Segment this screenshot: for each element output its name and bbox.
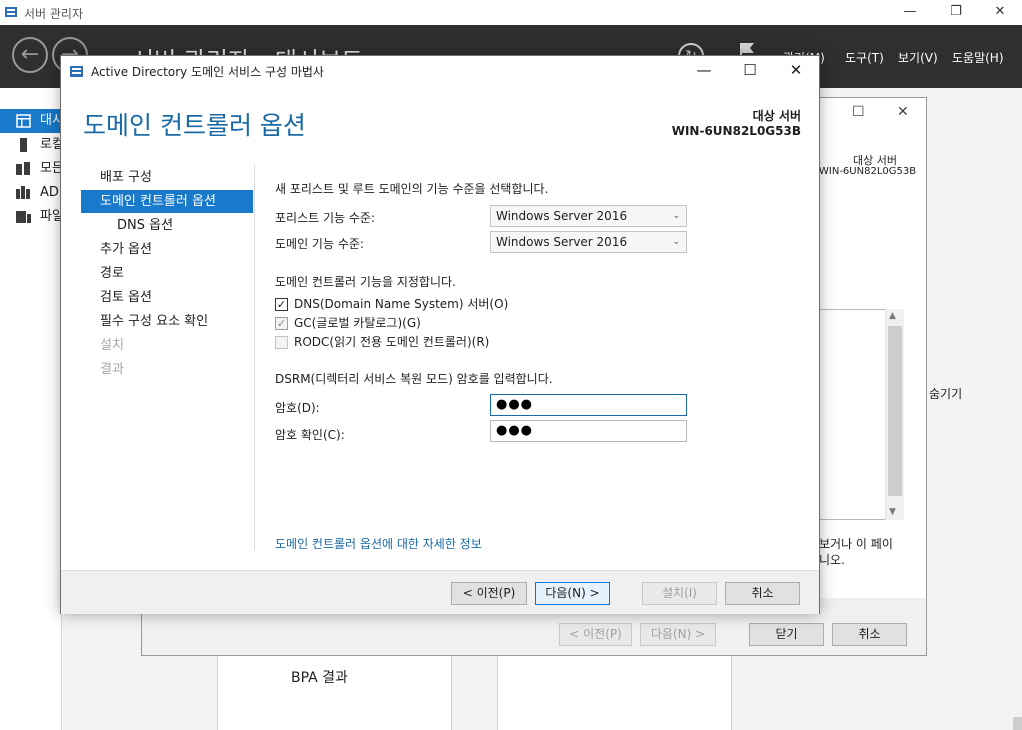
dialog-footer: < 이전(P) 다음(N) > 설치(I) 취소 [61, 570, 819, 614]
close-button[interactable]: ✕ [977, 2, 1022, 24]
background-more-text-2: 니오. [819, 553, 845, 567]
sidebar-item-label: 대시보드 [40, 113, 62, 128]
forest-level-label: 포리스트 기능 수준: [275, 211, 375, 225]
menu-help[interactable]: 도움말(H) [952, 49, 1004, 66]
target-server-name: WIN-6UN82L0G53B [671, 124, 801, 138]
password-label: 암호(D): [275, 401, 320, 415]
capabilities-intro: 도메인 컨트롤러 기능을 지정합니다. [275, 275, 456, 289]
scrollbar-thumb[interactable] [1013, 717, 1022, 730]
file-storage-icon [16, 211, 31, 223]
back-arrow-icon[interactable]: ← [12, 37, 48, 73]
dialog-close-button[interactable]: ✕ [773, 56, 819, 86]
target-server-label: 대상 서버 [752, 109, 801, 123]
server-icon [20, 138, 27, 152]
dns-server-label: DNS(Domain Name System) 서버(O) [294, 297, 509, 311]
step-paths[interactable]: 경로 [81, 262, 253, 285]
step-prerequisites-check[interactable]: 필수 구성 요소 확인 [81, 310, 253, 333]
dashboard-icon [16, 114, 31, 128]
forest-level-select[interactable]: Windows Server 2016 ⌄ [490, 205, 687, 227]
step-results: 결과 [100, 362, 124, 377]
chevron-down-icon: ⌄ [672, 211, 680, 221]
ad-ds-config-wizard: Active Directory 도메인 서비스 구성 마법사 — ☐ ✕ 도메… [60, 55, 820, 614]
step-deployment-config[interactable]: 배포 구성 [81, 166, 253, 189]
functional-level-intro: 새 포리스트 및 루트 도메인의 기능 수준을 선택합니다. [275, 182, 549, 196]
domain-level-select[interactable]: Windows Server 2016 ⌄ [490, 231, 687, 253]
steps-divider [254, 164, 255, 550]
sidebar-item-ad-ds[interactable]: AD DS [0, 181, 62, 205]
sidebar-item-label: 로컬 서버 [40, 137, 62, 152]
sidebar-item-dashboard[interactable]: 대시보드 [0, 109, 62, 133]
wizard-app-icon [70, 66, 83, 77]
dc-options-content: 새 포리스트 및 루트 도메인의 기능 수준을 선택합니다. 포리스트 기능 수… [275, 176, 715, 556]
menu-view[interactable]: 보기(V) [898, 49, 938, 66]
server-manager-icon [5, 7, 17, 17]
step-additional-options[interactable]: 추가 옵션 [81, 238, 253, 261]
dsrm-confirm-password-field[interactable]: ●●● [490, 420, 687, 442]
background-cancel-button[interactable]: 취소 [832, 623, 907, 646]
step-dns-options[interactable]: DNS 옵션 [81, 214, 253, 237]
chevron-down-icon: ⌄ [672, 237, 680, 247]
more-info-link[interactable]: 도메인 컨트롤러 옵션에 대한 자세한 정보 [275, 535, 482, 552]
background-wizard-close-button[interactable]: ✕ [897, 104, 909, 120]
maximize-button[interactable]: ❐ [933, 2, 979, 24]
dialog-titlebar: Active Directory 도메인 서비스 구성 마법사 — ☐ ✕ [61, 56, 819, 86]
domain-level-label: 도메인 기능 수준: [275, 237, 364, 251]
sidebar-item-file-storage[interactable]: 파일 및 저장소 서비스 [0, 205, 62, 229]
install-button: 설치(I) [642, 582, 717, 605]
bpa-results-label[interactable]: BPA 결과 [291, 667, 348, 687]
server-manager-titlebar: 서버 관리자 — ❐ ✕ [0, 0, 1022, 25]
server-manager-title: 서버 관리자 [24, 7, 84, 21]
dialog-title: Active Directory 도메인 서비스 구성 마법사 [91, 65, 324, 79]
rodc-label: RODC(읽기 전용 도메인 컨트롤러)(R) [294, 335, 490, 349]
scroll-down-icon[interactable]: ▼ [889, 507, 896, 517]
servers-icon [16, 162, 30, 175]
forest-level-value: Windows Server 2016 [496, 209, 628, 223]
unchecked-box-icon [275, 336, 288, 349]
step-review-options[interactable]: 검토 옵션 [81, 286, 253, 309]
sidebar-item-label: 파일 및 저장소 서비스 [40, 209, 62, 224]
step-dc-options[interactable]: 도메인 컨트롤러 옵션 [81, 190, 253, 213]
background-scroll-thumb[interactable] [888, 326, 902, 496]
global-catalog-label: GC(글로벌 카탈로그)(G) [294, 316, 421, 330]
minimize-button[interactable]: — [887, 2, 933, 24]
sidebar-item-label: 모든 서버 [40, 161, 62, 176]
background-target-server-name: WIN-6UN82L0G53B [819, 166, 917, 177]
menu-tools[interactable]: 도구(T) [845, 49, 884, 66]
scroll-up-icon[interactable]: ▲ [889, 311, 896, 321]
dsrm-intro: DSRM(디렉터리 서비스 복원 모드) 암호를 입력합니다. [275, 372, 553, 386]
domain-level-value: Windows Server 2016 [496, 235, 628, 249]
check-icon: ✓ [275, 298, 288, 311]
background-close-button[interactable]: 닫기 [749, 623, 824, 646]
sidebar-item-all-servers[interactable]: 모든 서버 [0, 157, 62, 181]
sidebar-item-label: AD DS [40, 185, 62, 200]
background-wizard-maximize-button[interactable]: ☐ [852, 104, 865, 120]
background-more-text-1: 보거나 이 페이 [819, 537, 893, 551]
background-next-button[interactable]: 다음(N) > [640, 623, 716, 646]
page-title: 도메인 컨트롤러 옵션 [83, 111, 306, 140]
cancel-button[interactable]: 취소 [725, 582, 800, 605]
prev-button[interactable]: < 이전(P) [451, 582, 527, 605]
ad-ds-icon [16, 186, 30, 199]
check-icon: ✓ [275, 317, 288, 330]
server-manager-sidebar: 대시보드 로컬 서버 모든 서버 AD DS 파일 및 저장소 서비스 [0, 88, 62, 730]
dialog-minimize-button[interactable]: — [681, 56, 727, 86]
confirm-password-label: 암호 확인(C): [275, 428, 345, 442]
step-installation: 설치 [100, 338, 124, 353]
dsrm-password-field[interactable]: ●●● [490, 394, 687, 416]
dialog-maximize-button[interactable]: ☐ [727, 56, 773, 86]
background-hide-link[interactable]: 숨기기 [929, 385, 962, 402]
next-button[interactable]: 다음(N) > [535, 582, 610, 605]
sidebar-item-local-server[interactable]: 로컬 서버 [0, 133, 62, 157]
background-prev-button[interactable]: < 이전(P) [559, 623, 632, 646]
